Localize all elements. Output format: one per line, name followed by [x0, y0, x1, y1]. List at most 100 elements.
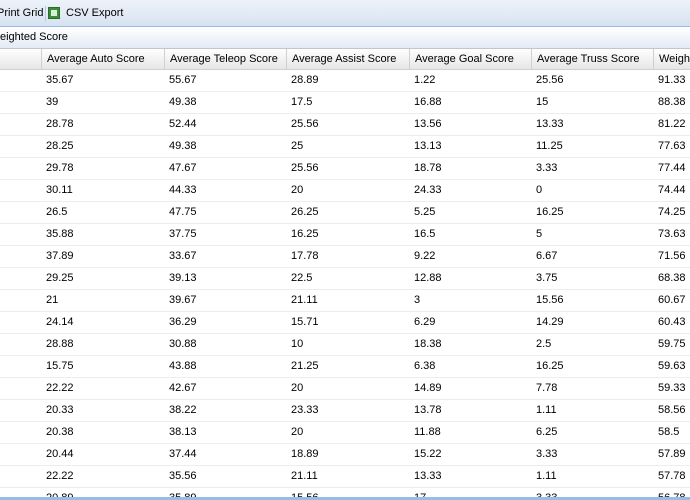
table-cell [0, 246, 41, 267]
table-cell [0, 224, 41, 245]
table-cell: 0 [536, 184, 543, 196]
csv-export-button[interactable]: CSV Export [48, 0, 123, 27]
table-cell: 60.67 [658, 294, 686, 306]
table-cell: 44.33 [169, 184, 197, 196]
table-cell: 37.44 [169, 448, 197, 460]
table-cell [0, 290, 41, 311]
table-cell: 21.11 [291, 470, 318, 482]
table-row[interactable]: 39 49.38 17.5 16.88 15 88.38 [0, 92, 690, 114]
table-cell: 77.44 [658, 162, 686, 174]
table-cell [0, 70, 41, 91]
table-cell: 9.22 [414, 250, 436, 262]
table-cell: 13.56 [414, 118, 442, 130]
table-row[interactable]: 29.78 47.67 25.56 18.78 3.33 77.44 [0, 158, 690, 180]
table-cell: 5.25 [414, 206, 436, 218]
table-cell: 26.5 [46, 206, 68, 218]
table-cell: 15.75 [46, 360, 74, 372]
table-row[interactable]: 35.67 55.67 28.89 1.22 25.56 91.33 [0, 70, 690, 92]
table-row[interactable]: 15.75 43.88 21.25 6.38 16.25 59.63 [0, 356, 690, 378]
csv-export-label: CSV Export [66, 7, 124, 19]
table-cell: 20.38 [46, 426, 74, 438]
grid-toolbar: Print Grid CSV Export [0, 0, 690, 27]
table-cell: 28.78 [46, 118, 74, 130]
table-cell: 14.89 [414, 382, 442, 394]
table-cell: 42.67 [169, 382, 197, 394]
table-cell [0, 422, 41, 443]
column-header-average-auto-score[interactable]: Average Auto Score [41, 49, 164, 69]
table-cell [0, 158, 41, 179]
table-row[interactable]: 21 39.67 21.11 3 15.56 60.67 [0, 290, 690, 312]
table-cell: 6.67 [536, 250, 558, 262]
table-cell: 59.33 [658, 382, 686, 394]
table-cell: 20 [291, 184, 304, 196]
table-cell: 91.33 [658, 74, 686, 86]
table-row[interactable]: 20.44 37.44 18.89 15.22 3.33 57.89 [0, 444, 690, 466]
table-cell: 59.75 [658, 338, 686, 350]
table-cell: 20.33 [46, 404, 74, 416]
table-cell: 22.22 [46, 470, 74, 482]
table-cell: 3.33 [536, 162, 558, 174]
print-grid-button[interactable]: Print Grid [0, 0, 44, 27]
table-cell: 58.5 [658, 426, 680, 438]
table-cell [0, 400, 41, 421]
table-row[interactable]: 26.5 47.75 26.25 5.25 16.25 74.25 [0, 202, 690, 224]
table-cell: 52.44 [169, 118, 197, 130]
table-cell: 3.33 [536, 448, 558, 460]
table-row[interactable]: 28.25 49.38 25 13.13 11.25 77.63 [0, 136, 690, 158]
table-cell: 16.25 [536, 206, 564, 218]
table-cell: 15 [536, 96, 549, 108]
print-grid-label: Print Grid [0, 7, 44, 19]
table-cell [0, 114, 41, 135]
table-cell: 1.11 [536, 404, 557, 416]
table-cell: 13.33 [414, 470, 442, 482]
table-cell: 17.5 [291, 96, 313, 108]
table-row[interactable]: 30.11 44.33 20 24.33 0 74.44 [0, 180, 690, 202]
table-cell: 35.56 [169, 470, 197, 482]
table-cell: 35.67 [46, 74, 74, 86]
table-cell: 5 [536, 228, 543, 240]
table-cell: 21.11 [291, 294, 318, 306]
table-cell: 37.75 [169, 228, 197, 240]
table-cell: 15.71 [291, 316, 319, 328]
table-cell [0, 334, 41, 355]
table-row[interactable]: 22.22 42.67 20 14.89 7.78 59.33 [0, 378, 690, 400]
table-cell: 28.89 [291, 74, 319, 86]
table-row[interactable]: 20.38 38.13 20 11.88 6.25 58.5 [0, 422, 690, 444]
table-cell: 28.25 [46, 140, 74, 152]
table-cell: 16.88 [414, 96, 442, 108]
table-row[interactable]: 20.33 38.22 23.33 13.78 1.11 58.56 [0, 400, 690, 422]
table-row[interactable]: 28.88 30.88 10 18.38 2.5 59.75 [0, 334, 690, 356]
table-cell [0, 92, 41, 113]
table-cell [0, 378, 41, 399]
column-header-average-teleop-score[interactable]: Average Teleop Score [164, 49, 286, 69]
grid-body: 35.67 55.67 28.89 1.22 25.56 91.33 39 49.38 17.5… [0, 70, 690, 500]
table-row[interactable]: 28.78 52.44 25.56 13.56 13.33 81.22 [0, 114, 690, 136]
table-cell: 13.78 [414, 404, 442, 416]
table-cell: 15.56 [536, 294, 564, 306]
table-cell: 36.29 [169, 316, 197, 328]
table-cell: 57.89 [658, 448, 686, 460]
table-cell [0, 466, 41, 487]
table-row[interactable]: 37.89 33.67 17.78 9.22 6.67 71.56 [0, 246, 690, 268]
table-cell: 47.67 [169, 162, 197, 174]
table-cell: 20 [291, 382, 304, 394]
table-row[interactable]: 29.25 39.13 22.5 12.88 3.75 68.38 [0, 268, 690, 290]
table-row[interactable]: 35.88 37.75 16.25 16.5 5 73.63 [0, 224, 690, 246]
table-cell: 18.78 [414, 162, 442, 174]
column-header-average-truss-score[interactable]: Average Truss Score [531, 49, 653, 69]
table-cell: 38.22 [169, 404, 197, 416]
column-header-weighted-score[interactable]: Weigh [653, 49, 690, 69]
table-cell: 7.78 [536, 382, 558, 394]
table-cell: 74.44 [658, 184, 686, 196]
table-cell: 39.13 [169, 272, 197, 284]
column-header-average-assist-score[interactable]: Average Assist Score [286, 49, 409, 69]
table-cell: 13.33 [536, 118, 564, 130]
table-row[interactable]: 24.14 36.29 15.71 6.29 14.29 60.43 [0, 312, 690, 334]
column-header-row-number[interactable] [0, 49, 41, 69]
table-cell: 43.88 [169, 360, 197, 372]
table-row[interactable]: 22.22 35.56 21.11 13.33 1.11 57.78 [0, 466, 690, 488]
table-cell: 24.33 [414, 184, 442, 196]
table-cell: 73.63 [658, 228, 686, 240]
column-header-average-goal-score[interactable]: Average Goal Score [409, 49, 531, 69]
toolbar-separator [45, 6, 46, 21]
